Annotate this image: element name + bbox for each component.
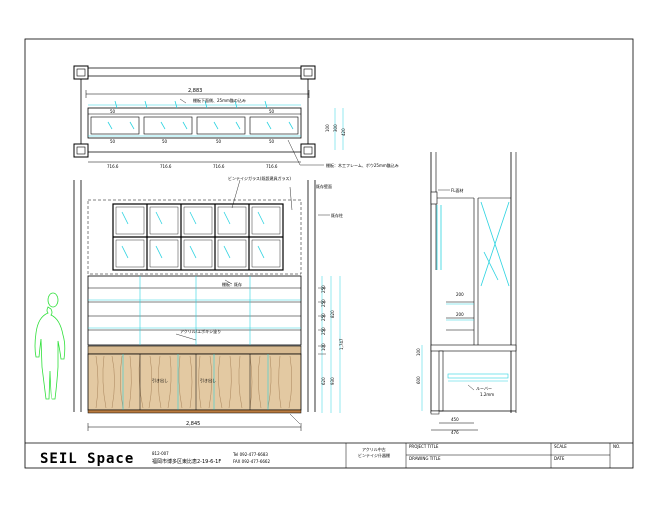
front-dim-7: 100 (321, 343, 326, 351)
front-note-drawer-1: 引き出し (152, 377, 168, 383)
scale-label: SCALE (554, 444, 567, 449)
plan-height-3: 420 (341, 128, 346, 136)
front-dim-3: 250 (321, 313, 326, 321)
scale-figure (34, 292, 66, 400)
overall-width-top: 2,883 (188, 88, 202, 94)
drawer-label-4: 50 (269, 139, 275, 144)
drawer-label-2: 50 (162, 139, 168, 144)
project-title-label: PROJECT TITLE (409, 444, 439, 449)
front-dim-6: 250 (321, 327, 326, 335)
front-elevation: ビンテイジガラス(既設建具ガラス) 既存壁面 既存柱 棚板：既存 アクリル/エポ… (73, 175, 344, 431)
plan-note-upper: 棚板下面側、25mm鏃の込み (193, 97, 246, 103)
front-note-pillar: 既存柱 (331, 212, 343, 218)
segment-dim-4: 716.6 (266, 164, 278, 169)
plan-height-2: 300 (333, 124, 338, 132)
plan-note-lower: 棚板：木工フレーム、ボウ25mm鏃込み (326, 162, 399, 168)
side-dim-100: 100 (416, 348, 421, 356)
front-dim-9: 930 (330, 377, 335, 385)
front-note-acrylic: アクリル/エポキシ塗り (180, 328, 221, 334)
side-section: FL面材 200 200 ルーバー 1.2mm 100 600 450 476 (416, 152, 517, 435)
front-note-shelf: 棚板：既存 (222, 281, 242, 287)
front-note-wall: 既存壁面 (316, 183, 332, 189)
side-label-louver: ルーバー (476, 386, 492, 391)
company-address: 福岡市博多区東比恵2-19-6-1F (152, 458, 221, 465)
drawing-desc-2: ビンテイジ什器棚 (358, 452, 390, 458)
front-dim-4: 820 (330, 310, 335, 318)
title-block: SEIL Space 812-007 福岡市博多区東比恵2-19-6-1F Te… (25, 442, 633, 468)
drawer-label-3: 50 (216, 139, 222, 144)
front-dim-5: 1,747 (339, 338, 344, 350)
segment-dim-1: 716.6 (107, 164, 119, 169)
side-dim-450: 450 (451, 417, 459, 422)
number-label: NO. (613, 444, 620, 449)
front-note-glass: ビンテイジガラス(既設建具ガラス) (228, 175, 291, 181)
front-dim-1: 250 (321, 285, 326, 293)
side-label-200a: 200 (456, 292, 464, 297)
plan-height-1: 100 (325, 124, 330, 132)
drawing-sheet: 2,883 50 50 50 50 50 50 棚板下面側、25mm鏃の込み 7… (24, 38, 634, 469)
drawer-label-5: 50 (110, 109, 116, 114)
drawer-label-1: 50 (110, 139, 116, 144)
plan-view: 2,883 50 50 50 50 50 50 棚板下面側、25mm鏃の込み 7… (73, 65, 399, 169)
drawing-desc-1: アクリル中古 (362, 446, 386, 452)
front-dim-2: 250 (321, 299, 326, 307)
company-fax: FAX 092-477-6662 (233, 459, 270, 464)
company-logo: SEIL Space (40, 451, 134, 467)
segment-dim-3: 716.6 (213, 164, 225, 169)
side-label-fl: FL面材 (451, 187, 464, 193)
date-label: DATE (554, 456, 565, 461)
overall-width-bottom: 2,845 (186, 421, 200, 427)
side-dim-476: 476 (451, 430, 459, 435)
side-dim-600: 600 (416, 376, 421, 384)
front-dim-8: 620 (321, 377, 326, 385)
segment-dim-2: 716.6 (160, 164, 172, 169)
drawer-label-6: 50 (269, 109, 275, 114)
company-tel: Tel 092-477-6683 (232, 452, 268, 457)
drawing-title-label: DRAWING TITLE (409, 456, 441, 461)
company-postal: 812-007 (152, 451, 169, 456)
side-label-200b: 200 (456, 312, 464, 317)
side-note-thickness: 1.2mm (480, 392, 494, 397)
front-note-drawer-2: 引き出し (200, 377, 216, 383)
